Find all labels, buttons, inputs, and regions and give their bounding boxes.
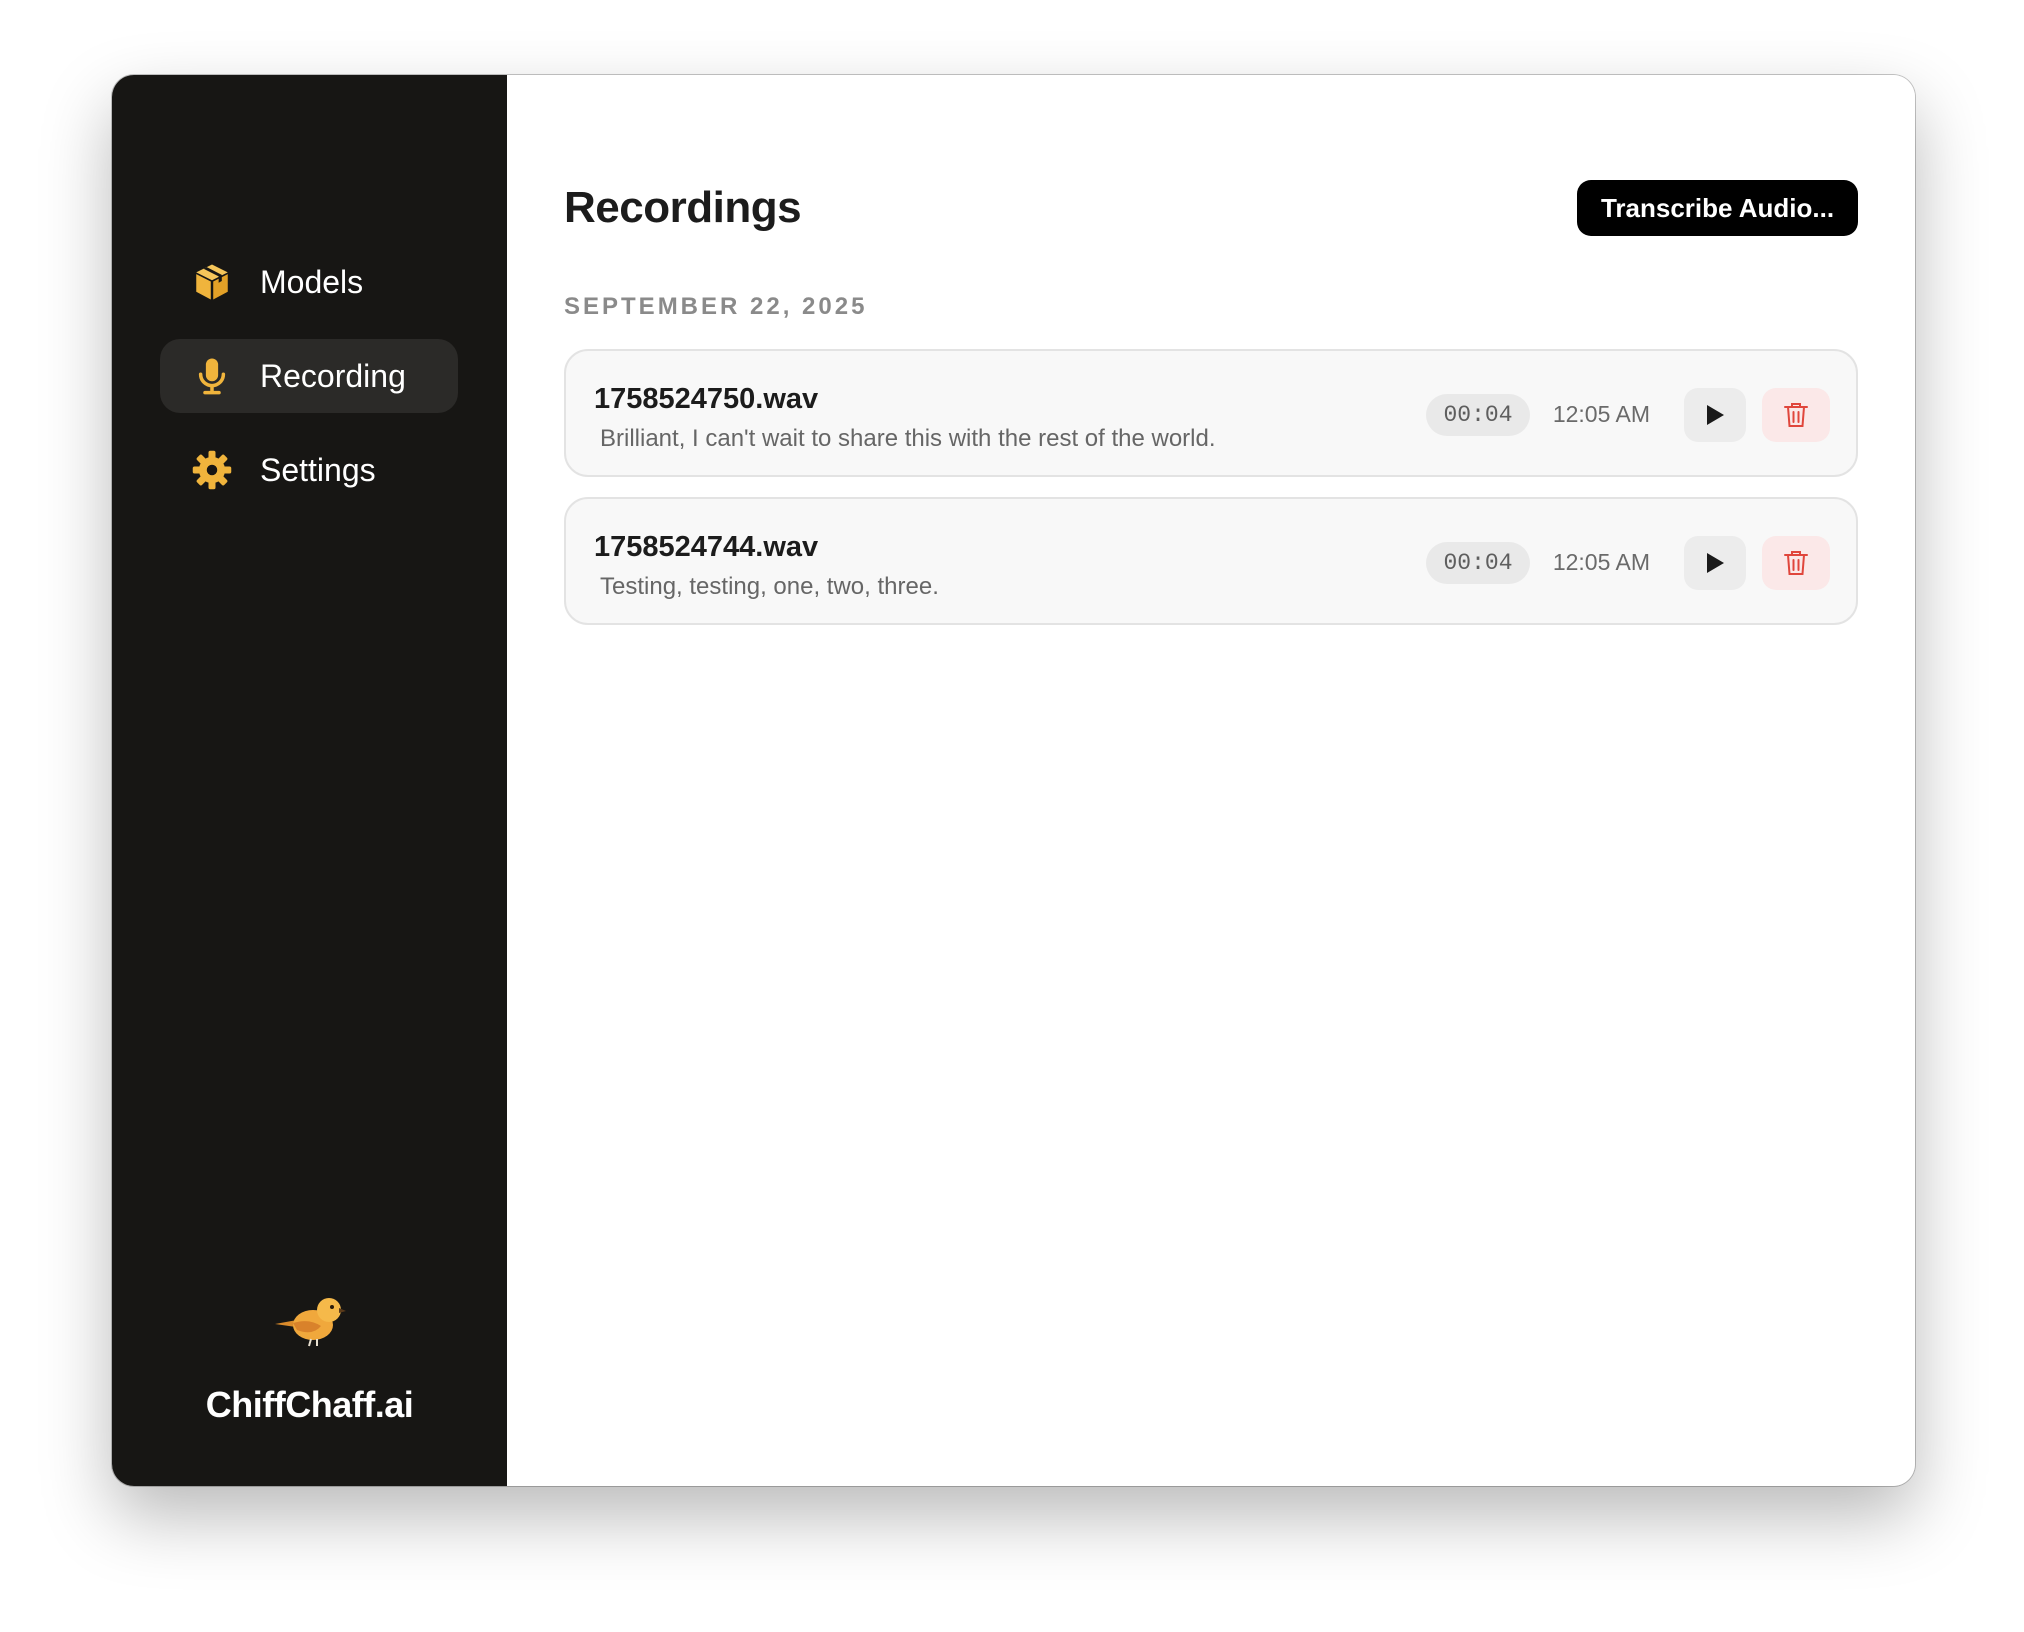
recording-transcript: Brilliant, I can't wait to share this wi… [600, 425, 1216, 452]
date-group-heading: SEPTEMBER 22, 2025 [564, 293, 868, 320]
recordings-list: 1758524750.wav Brilliant, I can't wait t… [564, 349, 1858, 645]
sidebar-item-label: Settings [260, 451, 376, 488]
trash-icon [1784, 551, 1808, 575]
sidebar: Models Recording Settings ChiffChaff.ai [112, 75, 507, 1486]
recording-time: 12:05 AM [1552, 401, 1650, 427]
sidebar-item-settings[interactable]: Settings [160, 433, 458, 507]
transcribe-audio-button[interactable]: Transcribe Audio... [1577, 180, 1858, 236]
recording-time: 12:05 AM [1552, 549, 1650, 575]
recording-filename: 1758524744.wav [594, 531, 819, 563]
brand-name: ChiffChaff.ai [205, 1384, 414, 1425]
recording-transcript: Testing, testing, one, two, three. [600, 573, 939, 600]
app-window: Models Recording Settings ChiffChaff.ai … [112, 75, 1915, 1486]
sidebar-item-models[interactable]: Models [160, 245, 458, 319]
microphone-icon [190, 354, 234, 398]
main-content: Recordings Transcribe Audio... SEPTEMBER… [507, 75, 1915, 1486]
recording-filename: 1758524750.wav [594, 383, 819, 415]
play-icon [1707, 553, 1724, 573]
sidebar-item-label: Models [260, 263, 364, 300]
play-button[interactable] [1684, 388, 1746, 442]
duration-badge: 00:04 [1426, 394, 1530, 436]
page-title: Recordings [564, 183, 802, 232]
recording-item[interactable]: 1758524744.wav Testing, testing, one, tw… [564, 497, 1858, 625]
trash-icon [1784, 403, 1808, 427]
play-button[interactable] [1684, 536, 1746, 590]
delete-button[interactable] [1762, 388, 1830, 442]
brand: ChiffChaff.ai [112, 1290, 507, 1426]
play-icon [1707, 405, 1724, 425]
delete-button[interactable] [1762, 536, 1830, 590]
gear-icon [190, 448, 234, 492]
bird-logo [274, 1298, 346, 1347]
package-icon [190, 260, 234, 304]
sidebar-item-recording[interactable]: Recording [160, 339, 458, 413]
sidebar-nav: Models Recording Settings [160, 245, 458, 527]
sidebar-item-label: Recording [260, 357, 406, 394]
recording-item[interactable]: 1758524750.wav Brilliant, I can't wait t… [564, 349, 1858, 477]
duration-badge: 00:04 [1426, 542, 1530, 584]
